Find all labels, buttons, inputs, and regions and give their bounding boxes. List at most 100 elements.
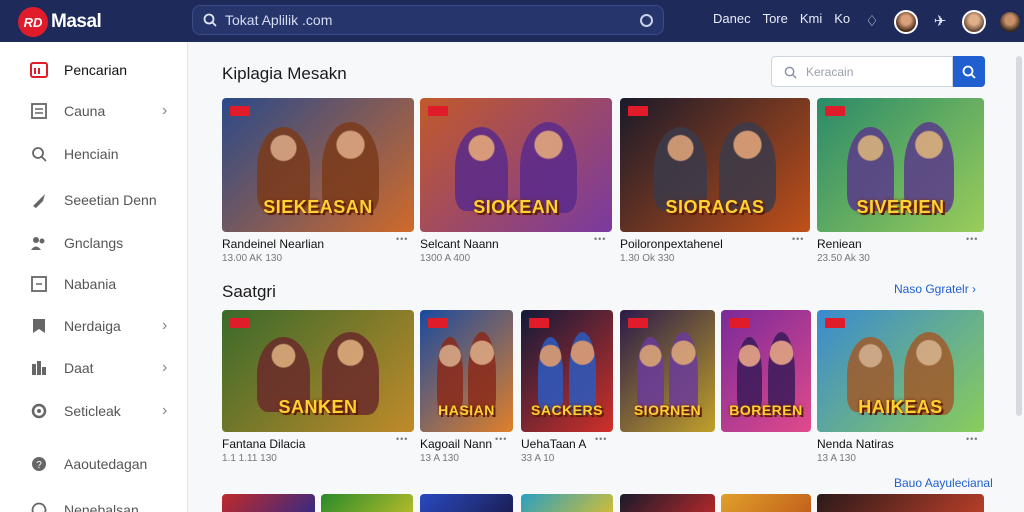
game-card[interactable]: SIEKEASAN Randeinel Nearlian 13.00 AK 130 •… — [222, 98, 414, 270]
sidebar-item-label: Henciain — [64, 146, 119, 162]
game-thumbnail[interactable] — [620, 494, 715, 512]
sidebar-item-label: Daat — [64, 360, 94, 376]
game-name[interactable]: Reniean — [817, 237, 862, 251]
game-art-title: SIORNEN — [633, 402, 702, 418]
more-options-icon[interactable]: ••• — [792, 234, 804, 244]
chevron-right-icon: › — [162, 102, 168, 119]
global-search — [192, 5, 664, 35]
sidebar-item-nenebalsan[interactable]: Nenebalsan — [0, 490, 188, 512]
game-card[interactable]: BOREREN — [721, 310, 811, 470]
avatar-2[interactable] — [962, 10, 986, 34]
game-thumbnail[interactable] — [521, 494, 613, 512]
bookmark-icon — [30, 317, 48, 335]
game-card[interactable]: SANKEN Fantana Dilacia 1.1 1.11 130 ••• — [222, 310, 414, 470]
top-actions: ♢ ✈ — [862, 10, 1022, 34]
game-thumbnail[interactable] — [222, 494, 315, 512]
game-art-title: SIEKEASAN — [263, 197, 373, 217]
game-thumbnail[interactable]: SANKEN — [222, 310, 414, 432]
sidebar-item-gnclangs[interactable]: Gnclangs — [0, 223, 188, 263]
new-badge — [529, 318, 549, 328]
avatar-1[interactable] — [894, 10, 918, 34]
filter-search-button[interactable] — [953, 56, 985, 87]
sidebar-item-henciain[interactable]: Henciain — [0, 134, 188, 174]
sidebar-item-label: Cauna — [64, 103, 106, 119]
top-link-tore[interactable]: Tore — [763, 11, 788, 26]
game-thumbnail[interactable]: HASIAN — [420, 310, 513, 432]
sidebar-item-nabania[interactable]: Nabania — [0, 264, 188, 304]
top-link-danec[interactable]: Danec — [713, 11, 751, 26]
game-thumbnail[interactable]: SIOKEAN — [420, 98, 612, 232]
see-all-link[interactable]: Naso Ggratelr › — [894, 282, 976, 296]
sidebar-item-pencarian[interactable]: Pencarian — [0, 50, 188, 90]
game-name[interactable]: Poiloronpextahenel — [620, 237, 723, 251]
game-art-title: SANKEN — [278, 397, 358, 417]
game-thumbnail[interactable] — [817, 494, 984, 512]
game-thumbnail[interactable]: SIORACAS — [620, 98, 810, 232]
game-thumbnail[interactable] — [321, 494, 413, 512]
chevron-right-icon: › — [162, 359, 168, 376]
top-link-ko[interactable]: Ko — [834, 11, 850, 26]
sidebar-item-label: Nenebalsan — [64, 502, 139, 512]
logo[interactable]: RD Masal — [18, 7, 102, 37]
share-icon[interactable]: ✈ — [930, 12, 950, 32]
game-card[interactable]: SIVERIEN Reniean 23.50 Ak 30 ••• — [817, 98, 984, 270]
search-icon — [203, 13, 217, 27]
game-card[interactable]: SIORNEN — [620, 310, 715, 470]
game-thumbnail[interactable] — [721, 494, 811, 512]
sidebar-item-seeetian-denn[interactable]: Seeetian Denn — [0, 180, 188, 220]
see-all-link[interactable]: Bauo Aayulecianal — [894, 476, 993, 490]
game-card[interactable]: SIORACAS Poiloronpextahenel 1.30 Ok 330 ••• — [620, 98, 810, 270]
tag-icon — [30, 191, 48, 209]
game-thumbnail[interactable] — [420, 494, 513, 512]
game-thumbnail[interactable]: SIORNEN — [620, 310, 715, 432]
sidebar-item-label: Seticleak — [64, 403, 121, 419]
game-card[interactable]: SACKERS UehaTaan A 33 A 10 ••• — [521, 310, 613, 470]
sidebar-item-daat[interactable]: Daat › — [0, 348, 188, 388]
svg-text:?: ? — [36, 460, 42, 471]
more-options-icon[interactable]: ••• — [595, 434, 607, 444]
game-meta: 1300 A 400 — [420, 253, 471, 264]
top-link-kmi[interactable]: Kmi — [800, 11, 822, 26]
more-options-icon[interactable]: ••• — [396, 234, 408, 244]
new-badge — [428, 318, 448, 328]
help-icon: ? — [30, 455, 48, 473]
game-thumbnail[interactable]: SACKERS — [521, 310, 613, 432]
notifications-icon[interactable]: ♢ — [862, 12, 882, 32]
sidebar-item-label: Nabania — [64, 276, 117, 292]
scrollbar[interactable] — [1016, 56, 1022, 416]
more-options-icon[interactable]: ••• — [495, 434, 507, 444]
game-card[interactable]: HAIKEAS Nenda Natiras 13 A 130 ••• — [817, 310, 984, 470]
sidebar-item-seticleak[interactable]: Seticleak › — [0, 391, 188, 431]
game-name[interactable]: Nenda Natiras — [817, 437, 894, 451]
sidebar-item-cauna[interactable]: Cauna › — [0, 91, 188, 131]
game-name[interactable]: Kagoail Nann — [420, 437, 492, 451]
game-name[interactable]: Fantana Dilacia — [222, 437, 305, 451]
more-options-icon[interactable]: ••• — [594, 234, 606, 244]
more-options-icon[interactable]: ••• — [966, 434, 978, 444]
grid-icon — [30, 102, 48, 120]
search-icon — [30, 145, 48, 163]
game-name[interactable]: Randeinel Nearlian — [222, 237, 324, 251]
game-card[interactable]: HASIAN Kagoail Nann 13 A 130 ••• — [420, 310, 513, 470]
game-art-title: SIORACAS — [665, 197, 765, 217]
more-options-icon[interactable]: ••• — [966, 234, 978, 244]
game-name[interactable]: UehaTaan A — [521, 437, 586, 451]
sidebar: Pencarian Cauna › Henciain Seeetian Denn… — [0, 42, 188, 512]
more-options-icon[interactable]: ••• — [396, 434, 408, 444]
top-nav-links: Danec Tore Kmi Ko — [713, 11, 850, 26]
game-card[interactable]: SIOKEAN Selcant Naann 1300 A 400 ••• — [420, 98, 612, 270]
game-art-title: BOREREN — [729, 402, 803, 418]
avatar-3[interactable] — [998, 10, 1022, 34]
new-badge — [729, 318, 749, 328]
game-thumbnail[interactable]: BOREREN — [721, 310, 811, 432]
game-thumbnail[interactable]: HAIKEAS — [817, 310, 984, 432]
voice-search-icon[interactable] — [640, 14, 653, 27]
filter-input[interactable] — [806, 64, 936, 79]
sidebar-item-aaoutedagan[interactable]: ? Aaoutedagan — [0, 444, 188, 484]
game-thumbnail[interactable]: SIEKEASAN — [222, 98, 414, 232]
sidebar-item-label: Pencarian — [64, 62, 128, 78]
game-thumbnail[interactable]: SIVERIEN — [817, 98, 984, 232]
search-input[interactable] — [225, 12, 625, 28]
sidebar-item-nerdaiga[interactable]: Nerdaiga › — [0, 306, 188, 346]
game-name[interactable]: Selcant Naann — [420, 237, 499, 251]
